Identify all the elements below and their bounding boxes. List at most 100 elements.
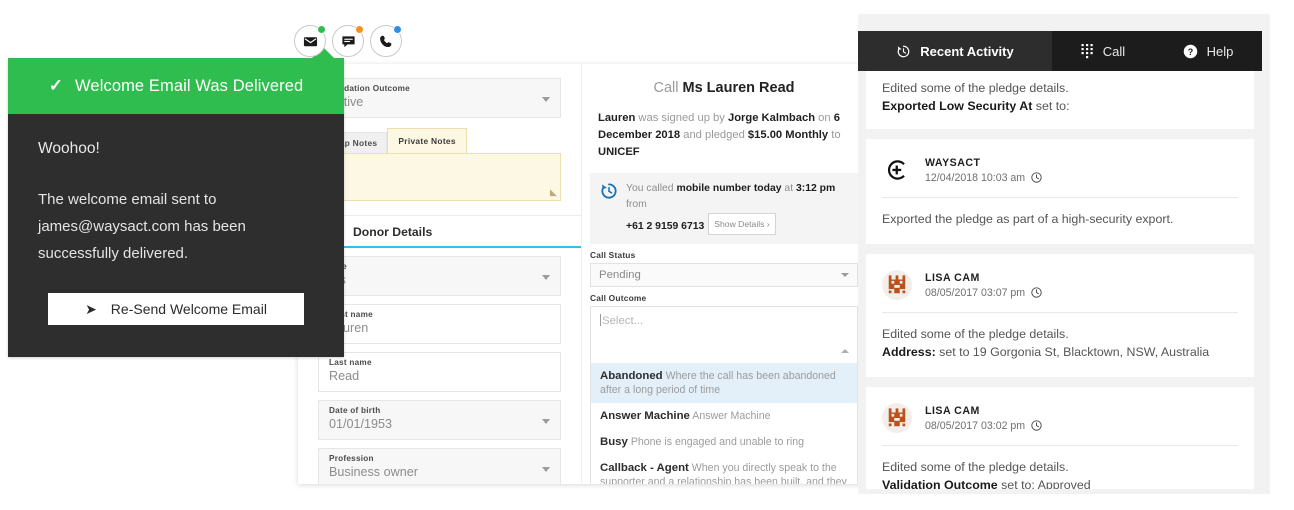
- activity-time-text: 08/05/2017 03:07 pm: [925, 286, 1026, 299]
- last-call-text: You called mobile number today at 3:12 p…: [626, 181, 848, 235]
- call-status-label: Call Status: [590, 250, 636, 260]
- activity-body-tail: set to 19 Gorgonia St, Blacktown, NSW, A…: [935, 345, 1210, 359]
- option-answer-machine[interactable]: Answer Machine Answer Machine: [591, 403, 857, 429]
- activity-item: LISA CAM 08/05/2017 03:02 pm Edited some…: [866, 387, 1254, 489]
- resend-welcome-email-button[interactable]: ➤ Re-Send Welcome Email: [48, 293, 304, 325]
- field-last-name[interactable]: Last name Read: [318, 352, 561, 392]
- tab-recent-activity[interactable]: Recent Activity: [858, 31, 1052, 71]
- option-busy[interactable]: Busy Phone is engaged and unable to ring: [591, 429, 857, 455]
- email-status-dot: [317, 25, 326, 34]
- chevron-down-icon: [542, 275, 550, 280]
- resize-grip-icon[interactable]: ◢: [550, 187, 557, 198]
- notification-title: Welcome Email Was Delivered: [75, 76, 304, 95]
- chevron-down-icon: [841, 273, 849, 277]
- call-history-icon: [601, 183, 617, 199]
- notification-body: Woohoo! The welcome email sent to james@…: [8, 114, 344, 357]
- activity-body-plain: Exported the pledge as part of a high-se…: [882, 212, 1174, 226]
- tab-private-notes[interactable]: Private Notes: [387, 128, 467, 153]
- chat-status-dot: [355, 25, 364, 34]
- avatar: [882, 403, 912, 433]
- option-abandoned[interactable]: Abandoned Where the call has been abando…: [591, 363, 857, 403]
- call-status-select[interactable]: Pending: [590, 263, 858, 287]
- field-label: Profession: [329, 454, 374, 463]
- waysact-logo-icon: [888, 160, 905, 180]
- supporter-name: Lauren: [598, 112, 636, 124]
- field-profession[interactable]: Profession Business owner: [318, 448, 561, 484]
- option-desc: Answer Machine: [692, 410, 771, 422]
- activity-author: WAYSACT: [925, 156, 981, 169]
- activity-body-plain: Edited some of the pledge details.: [882, 327, 1069, 341]
- call-channel: mobile number today: [676, 183, 782, 194]
- notification-message: The welcome email sent to james@waysact.…: [38, 191, 246, 262]
- activity-meta: LISA CAM 08/05/2017 03:02 pm: [925, 405, 1042, 432]
- svg-text:?: ?: [1187, 46, 1193, 56]
- charity-name: UNICEF: [598, 146, 640, 158]
- avatar: [882, 155, 912, 185]
- email-icon: [303, 36, 317, 46]
- tab-call-label: Call: [1102, 43, 1126, 59]
- activity-body-bold: Exported Low Security At: [882, 99, 1033, 113]
- donor-details-title: Donor Details: [338, 216, 581, 246]
- send-arrow-icon: ➤: [85, 300, 97, 317]
- chevron-up-icon[interactable]: [841, 349, 849, 353]
- quick-action-icons: [294, 25, 402, 57]
- pledge-amount: $15.00 Monthly: [747, 129, 829, 141]
- activity-body-plain: Edited some of the pledge details.: [882, 81, 1069, 95]
- option-name: Answer Machine: [600, 410, 690, 422]
- activity-body-tail: set to:: [1032, 99, 1070, 113]
- signup-summary: Lauren was signed up by Jorge Kalmbach o…: [598, 112, 841, 158]
- activity-timestamp: 08/05/2017 03:07 pm: [925, 287, 1042, 299]
- app-screenshot: ✓ Welcome Email Was Delivered Woohoo! Th…: [0, 0, 1294, 510]
- avatar: [882, 270, 912, 300]
- field-value: Read: [329, 369, 360, 383]
- pixel-avatar-icon: [888, 408, 906, 427]
- phone-icon-button[interactable]: [370, 25, 402, 57]
- call-outcome-input[interactable]: Select...: [591, 307, 857, 363]
- call-time: 3:12 pm: [796, 183, 836, 194]
- option-desc: Phone is engaged and unable to ring: [630, 436, 804, 448]
- call-outcome-combobox[interactable]: Select... Abandoned Where the call has b…: [590, 306, 858, 484]
- notification-greeting: Woohoo!: [38, 140, 100, 157]
- activity-header: LISA CAM 08/05/2017 03:02 pm: [882, 387, 1238, 446]
- activity-author: LISA CAM: [925, 404, 980, 417]
- tab-call[interactable]: Call: [1052, 31, 1154, 71]
- activity-body: Edited some of the pledge details. Expor…: [882, 71, 1238, 129]
- field-label: First name: [329, 310, 373, 319]
- tab-recent-activity-label: Recent Activity: [920, 43, 1014, 59]
- welcome-email-notification: ✓ Welcome Email Was Delivered Woohoo! Th…: [8, 47, 344, 357]
- donor-form-card: Validation Outcome Active Wrap Notes Pri…: [298, 64, 866, 484]
- activity-feed[interactable]: Edited some of the pledge details. Expor…: [866, 71, 1254, 489]
- call-panel-title: Call Ms Lauren Read: [582, 64, 866, 110]
- activity-body-tail: set to: Approved: [997, 478, 1091, 489]
- private-notes-textarea[interactable]: ◢: [318, 153, 561, 201]
- field-date-of-birth[interactable]: Date of birth 01/01/1953: [318, 400, 561, 440]
- validation-outcome-field[interactable]: Validation Outcome Active: [318, 78, 561, 118]
- activity-header: LISA CAM 08/05/2017 03:07 pm: [882, 254, 1238, 313]
- activity-item: LISA CAM 08/05/2017 03:07 pm Edited some…: [866, 254, 1254, 377]
- chevron-down-icon: [542, 97, 550, 102]
- field-value: Ms: [329, 273, 550, 287]
- email-icon-button[interactable]: [294, 25, 326, 57]
- history-icon: [897, 45, 910, 57]
- chat-icon-button[interactable]: [332, 25, 364, 57]
- call-title-prefix: Call: [653, 80, 683, 96]
- show-details-button[interactable]: Show Details ›: [708, 213, 776, 235]
- field-value: Lauren: [329, 321, 369, 335]
- tab-help[interactable]: ? Help: [1154, 31, 1262, 71]
- field-label: Last name: [329, 358, 372, 367]
- validation-outcome-label: Validation Outcome: [329, 84, 410, 93]
- question-circle-icon: ?: [1183, 44, 1197, 58]
- chevron-down-icon: [542, 467, 550, 472]
- check-icon: ✓: [48, 76, 64, 95]
- activity-author: LISA CAM: [925, 271, 980, 284]
- activity-body-plain: Edited some of the pledge details.: [882, 460, 1069, 474]
- field-value: 01/01/1953: [329, 417, 393, 431]
- option-callback-agent[interactable]: Callback - Agent When you directly speak…: [591, 455, 857, 484]
- call-outcome-placeholder: Select...: [602, 315, 644, 327]
- phone-icon: [379, 35, 391, 47]
- field-value: Business owner: [329, 465, 418, 479]
- field-first-name[interactable]: First name Lauren: [318, 304, 561, 344]
- tab-help-label: Help: [1206, 43, 1234, 59]
- activity-timestamp: 12/04/2018 10:03 am: [925, 172, 1042, 184]
- field-title[interactable]: Title Ms: [318, 256, 561, 296]
